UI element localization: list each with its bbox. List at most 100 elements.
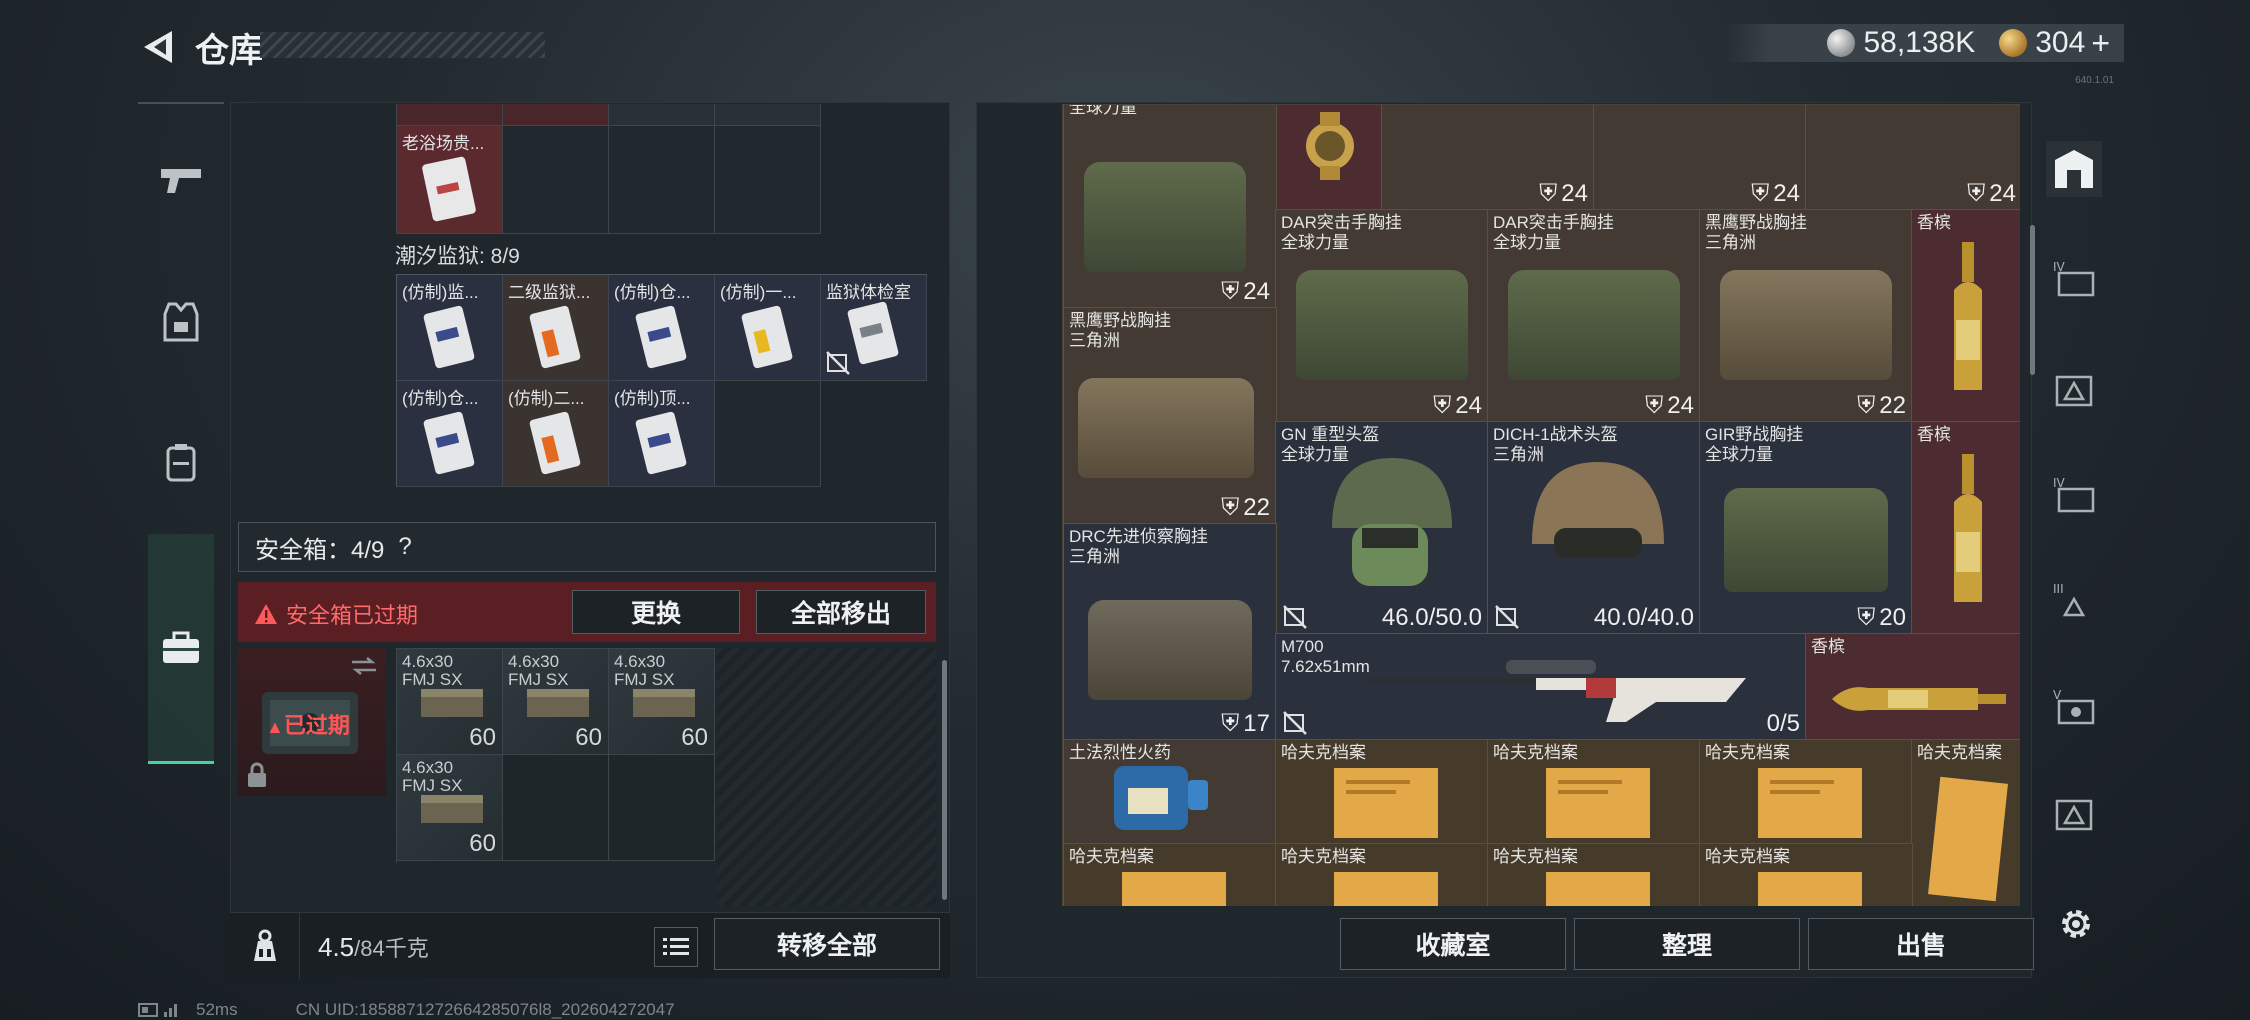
item-cell[interactable]: 哈夫克档案	[1699, 843, 1913, 906]
tab-safe-box[interactable]	[148, 534, 214, 764]
key-cell[interactable]: (仿制)顶...	[609, 381, 715, 487]
safe-box-help-button[interactable]: ?	[398, 533, 411, 561]
tab-storage-3b[interactable]: III	[2046, 573, 2102, 629]
item-cell[interactable]: ⛨ 24	[1805, 105, 2020, 211]
item-cell[interactable]: 香槟	[1911, 209, 2020, 423]
safe-box-item[interactable]: ▲已过期	[238, 648, 386, 796]
item-cell[interactable]: 黑鹰野战胸挂 三角洲 ⛨ 22	[1063, 307, 1277, 525]
transfer-all-button[interactable]: 转移全部	[714, 918, 940, 970]
item-cell[interactable]	[1275, 105, 1383, 211]
item-cell[interactable]: 哈夫克档案	[1487, 843, 1701, 906]
back-button[interactable]	[135, 24, 181, 70]
item-cell[interactable]: 哈夫克档案	[1487, 739, 1701, 845]
key-cell[interactable]: (仿制)仓...	[609, 275, 715, 381]
ammo-cell[interactable]: 4.6x30 FMJ SX 60	[609, 649, 715, 755]
item-cell[interactable]: 土法烈性火药	[1063, 739, 1277, 845]
header: 仓库	[135, 22, 263, 72]
uid-text: CN UID:1858871272664285076l8_20260427204…	[295, 1000, 675, 1019]
list-view-button[interactable]	[654, 927, 698, 967]
item-cell[interactable]: ⛨ 24	[1381, 105, 1595, 211]
keycard-icon	[422, 156, 476, 222]
tab-backpack[interactable]	[138, 394, 224, 530]
key-cell[interactable]: 监狱体检室	[821, 275, 927, 381]
champagne-icon	[1832, 687, 2006, 711]
weight-icon	[253, 929, 276, 961]
item-count: ⛨ 24	[1751, 180, 1800, 207]
move-all-out-button[interactable]: 全部移出	[756, 590, 926, 634]
item-cell[interactable]: DICH-1战术头盔 三角洲 40.0/40.0	[1487, 421, 1701, 635]
briefcase-icon	[163, 631, 199, 663]
tab-weapons[interactable]	[138, 112, 224, 248]
no-insurance-icon	[1283, 711, 1307, 735]
grid-cell[interactable]	[609, 126, 715, 234]
replace-button[interactable]: 更换	[572, 590, 740, 634]
item-cell[interactable]: 哈夫克档案	[1275, 739, 1489, 845]
capacity-button[interactable]	[230, 913, 300, 979]
sell-button[interactable]: 出售	[1808, 918, 2034, 970]
silver-amount: 58,138K	[1863, 26, 1976, 59]
grid-cell[interactable]	[503, 126, 609, 234]
item-cell[interactable]: DAR突击手胸挂 全球力量 ⛨24	[1487, 209, 1701, 423]
tab-storage-4[interactable]: IV	[2046, 251, 2102, 307]
storage-box-icon: IV	[2053, 260, 2095, 297]
grid-cell[interactable]	[503, 755, 609, 861]
ammo-cell[interactable]: 4.6x30 FMJ SX 60	[397, 649, 503, 755]
swap-icon	[352, 657, 376, 675]
item-cell[interactable]: ⛨ 24	[1593, 105, 1807, 211]
item-cell[interactable]: 老浴场贵...	[397, 126, 503, 234]
grid-cell[interactable]	[715, 104, 821, 126]
add-currency-button[interactable]: +	[2091, 25, 2110, 62]
currency-bar: 58,138K 304 +	[1724, 24, 2124, 62]
item-name: 二级监狱...	[508, 283, 591, 302]
grid-cell[interactable]	[609, 104, 715, 126]
tab-armor[interactable]	[138, 254, 224, 390]
item-cell[interactable]: GIR野战胸挂 全球力量 ⛨ 20	[1699, 421, 1913, 635]
key-cell[interactable]: 二级监狱...	[503, 275, 609, 381]
item-count: ⛨ 20	[1857, 604, 1906, 631]
organize-button[interactable]: 整理	[1574, 918, 1800, 970]
ammo-box-icon	[421, 689, 483, 717]
grid-cell[interactable]	[397, 104, 503, 126]
right-scrollbar[interactable]	[2030, 225, 2035, 375]
key-cell[interactable]: (仿制)仓...	[397, 381, 503, 487]
item-cell[interactable]: 哈夫克档案	[1275, 843, 1489, 906]
item-cell[interactable]: 哈夫克档案	[1699, 739, 1913, 845]
item-cell[interactable]: GN 重型头盔 全球力量 46.0/50.0	[1275, 421, 1489, 635]
storage-box-icon: V	[2053, 688, 2095, 725]
ammo-cell[interactable]: 4.6x30 FMJ SX 60	[503, 649, 609, 755]
grid-cell[interactable]	[503, 104, 609, 126]
item-cell[interactable]: M700 7.62x51mm 0/5	[1275, 633, 1807, 741]
item-cell[interactable]: DRC先进侦察胸挂 三角洲 ⛨ 17	[1063, 523, 1277, 741]
ammo-quantity: 60	[469, 830, 496, 857]
tab-all-storage[interactable]	[2046, 141, 2102, 197]
item-cell[interactable]: 哈夫克档案	[1911, 739, 2020, 906]
tab-storage-3c[interactable]	[2046, 785, 2102, 841]
item-count: ⛨ 24	[1645, 392, 1694, 419]
settings-button[interactable]	[2052, 900, 2100, 948]
item-cell[interactable]: 黑鹰野战胸挂 三角洲 ⛨ 22	[1699, 209, 1913, 423]
gold-coin-icon	[1999, 29, 2028, 57]
item-cell[interactable]: DAR突击手胸挂 全球力量 ⛨24	[1063, 105, 1277, 309]
tactical-helmet-icon	[1532, 462, 1664, 558]
key-cell[interactable]: (仿制)二...	[503, 381, 609, 487]
ammo-cell[interactable]: 4.6x30 FMJ SX 60	[397, 755, 503, 861]
collection-room-button[interactable]: 收藏室	[1340, 918, 1566, 970]
left-scrollbar[interactable]	[942, 660, 947, 900]
item-count: ⛨ 22	[1221, 494, 1270, 521]
item-cell[interactable]: 哈夫克档案	[1063, 843, 1277, 906]
key-cell[interactable]: (仿制)监...	[397, 275, 503, 381]
item-cell[interactable]: DAR突击手胸挂 全球力量 ⛨24	[1275, 209, 1489, 423]
item-name: 哈夫克档案	[1281, 743, 1366, 762]
silver-coin-icon	[1827, 29, 1856, 57]
item-name: 哈夫克档案	[1917, 743, 2002, 762]
item-cell[interactable]: 香槟	[1805, 633, 2020, 741]
tab-storage-5[interactable]: V	[2046, 679, 2102, 735]
page-title: 仓库	[195, 31, 263, 70]
grid-cell[interactable]	[715, 126, 821, 234]
tab-storage-4b[interactable]: IV	[2046, 467, 2102, 523]
grid-cell[interactable]	[715, 381, 821, 487]
grid-cell[interactable]	[609, 755, 715, 861]
tab-storage-3[interactable]	[2046, 361, 2102, 417]
key-cell[interactable]: (仿制)一...	[715, 275, 821, 381]
item-cell[interactable]: 香槟	[1911, 421, 2020, 635]
